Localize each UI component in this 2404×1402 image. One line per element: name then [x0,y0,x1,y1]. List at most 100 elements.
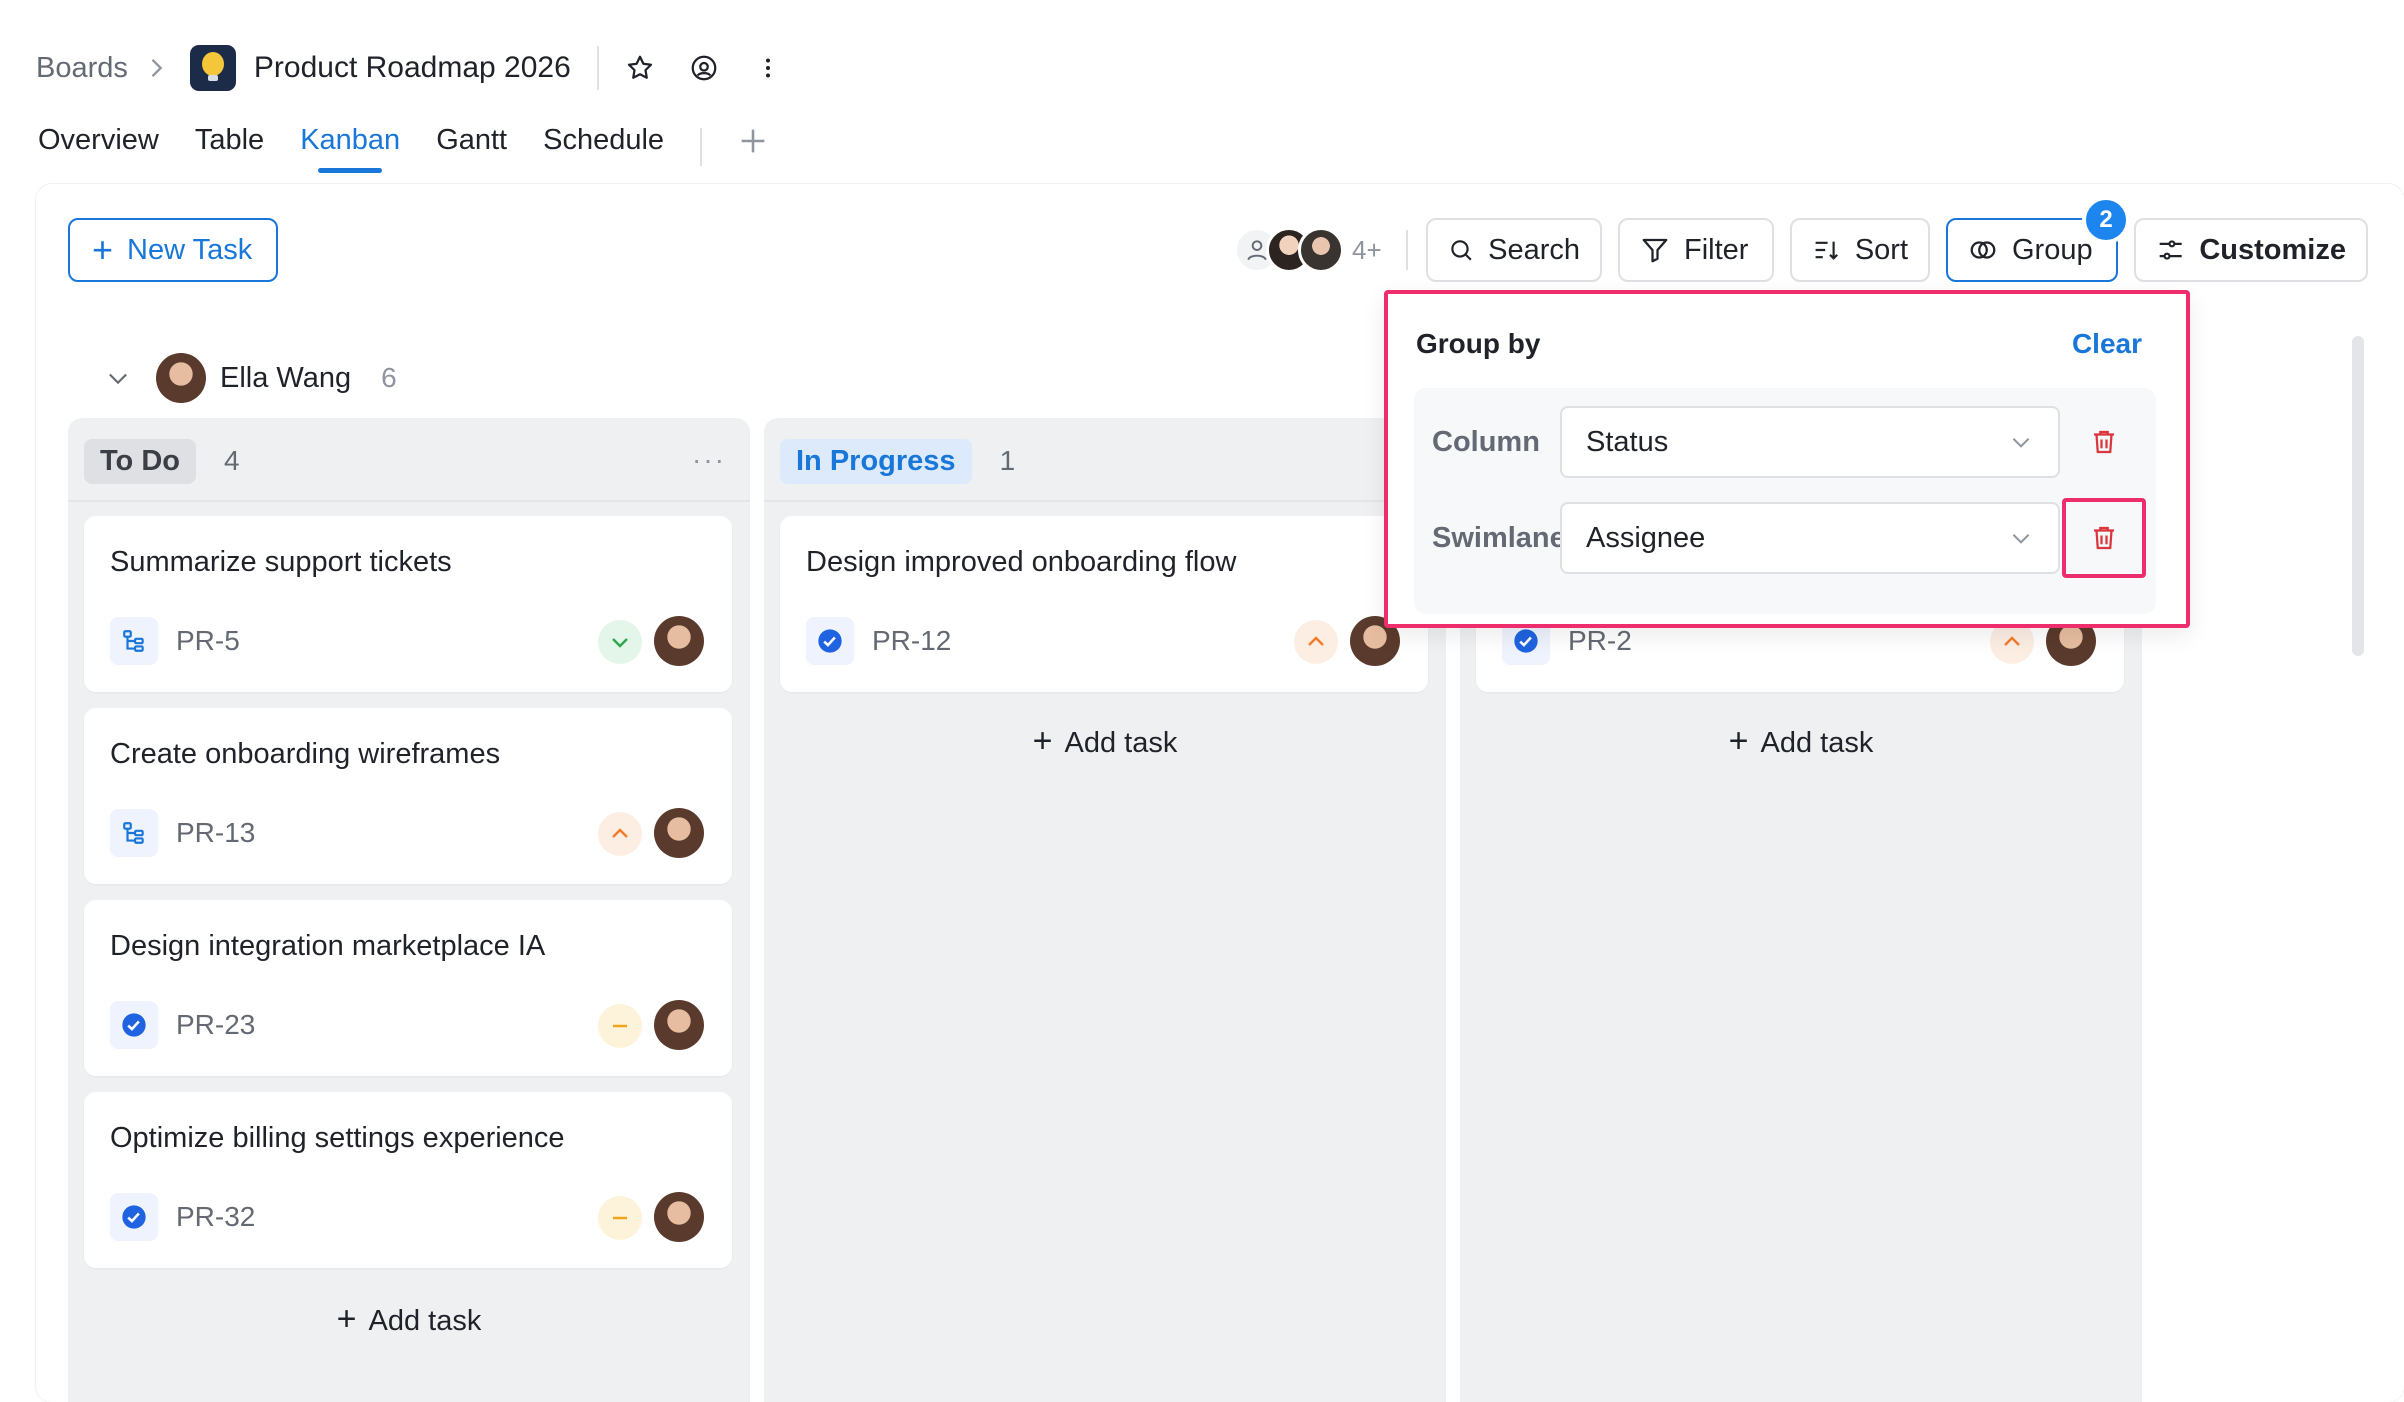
view-tabs: Overview Table Kanban Gantt Schedule [38,124,770,176]
filter-icon [1642,238,1668,263]
swimlane-name: Ella Wang [220,361,352,394]
popover-title: Group by [1416,328,1541,359]
column-divider [764,500,1446,502]
board-header: Boards Product Roadmap 2026 [36,40,815,96]
column-group-select[interactable]: Status [1560,406,2060,478]
delete-column-group-button[interactable] [2062,402,2146,482]
filter-label: Filter [1684,233,1749,266]
new-task-label: New Task [127,233,253,266]
task-title: Design improved onboarding flow [806,546,1237,578]
page: Boards Product Roadmap 2026 Overview Tab… [0,0,2404,1402]
share-settings-icon[interactable] [687,51,721,85]
customize-button[interactable]: Customize [2134,218,2368,282]
subtask-icon [110,809,158,857]
tab-table[interactable]: Table [195,124,264,171]
task-check-icon [110,1001,158,1049]
add-task-button[interactable]: + Add task [68,1300,750,1339]
group-row-column: Column Status [1414,406,2146,478]
more-members-count: 4+ [1352,234,1382,265]
star-icon[interactable] [623,51,657,85]
priority-low-icon [598,620,642,664]
breadcrumb-boards[interactable]: Boards [36,52,128,85]
task-title: Summarize support tickets [110,546,452,578]
task-id: PR-13 [176,817,256,848]
swimlane-count: 6 [381,362,397,393]
column-status-label: In Progress [780,438,972,484]
group-count-badge: 2 [2082,196,2130,244]
customize-label: Customize [2199,233,2346,266]
task-id: PR-12 [872,625,952,656]
group-row-label: Swimlane [1432,521,1566,554]
search-button[interactable]: Search [1426,218,1602,282]
trash-icon [2094,526,2114,550]
column-in-progress: In Progress 1 Design improved onboarding… [764,418,1446,1402]
chevron-down-icon[interactable] [104,364,132,392]
sort-icon [1815,241,1838,260]
priority-high-icon [1294,620,1338,664]
assignee-avatar[interactable] [654,808,704,858]
task-meta: PR-23 [110,1000,255,1050]
swimlane-header[interactable]: Ella Wang 6 [104,352,397,404]
group-row-swimlane: Swimlane Assignee [1414,498,2146,578]
task-meta: PR-32 [110,1192,255,1242]
task-id: PR-23 [176,1009,256,1040]
plus-icon: + [1728,722,1749,760]
board-title: Product Roadmap 2026 [253,51,571,84]
swimlane-group-select[interactable]: Assignee [1560,502,2060,574]
tabs-divider [700,128,703,166]
avatar [156,353,206,403]
add-task-button[interactable]: + Add task [1460,722,2142,761]
more-vertical-icon[interactable] [751,51,785,85]
priority-medium-icon [598,1004,642,1048]
plus-icon: + [1032,722,1053,760]
avatar [1298,227,1344,273]
board-scrollbar[interactable] [2352,336,2364,656]
tab-overview[interactable]: Overview [38,124,159,171]
task-id: PR-2 [1568,625,1632,656]
task-title: Create onboarding wireframes [110,738,501,770]
add-task-label: Add task [1064,727,1178,759]
chevron-down-icon [2012,534,2030,544]
assignee-avatar[interactable] [654,1000,704,1050]
lightbulb-icon [189,45,236,91]
task-meta: PR-5 [110,616,240,666]
select-value: Status [1586,425,1669,458]
task-id: PR-32 [176,1201,256,1232]
assignee-avatar[interactable] [654,616,704,666]
column-header: In Progress 1 [780,436,1015,486]
task-meta: PR-12 [806,616,951,666]
task-meta: PR-13 [110,808,255,858]
tab-schedule[interactable]: Schedule [543,124,664,171]
sliders-icon [2159,240,2182,260]
clear-button[interactable]: Clear [2072,328,2142,360]
task-title: Design integration marketplace IA [110,930,546,962]
priority-medium-icon [598,1196,642,1240]
group-label: Group [2012,233,2093,266]
header-divider [596,46,599,90]
assignee-avatar[interactable] [654,1192,704,1242]
column-count: 4 [224,445,240,476]
plus-icon: + [92,229,114,270]
column-todo: To Do 4 ··· Summarize support tickets PR… [68,418,750,1402]
group-row-label: Column [1432,425,1540,458]
new-task-button[interactable]: + New Task [68,218,278,282]
task-title: Optimize billing settings experience [110,1122,565,1154]
task-card[interactable]: Design integration marketplace IA PR-23 [84,900,732,1076]
tab-gantt[interactable]: Gantt [436,124,507,171]
task-card[interactable]: Create onboarding wireframes PR-13 [84,708,732,884]
member-avatars[interactable]: 4+ [1234,224,1382,276]
add-task-button[interactable]: + Add task [764,722,1446,761]
add-view-icon[interactable] [736,124,770,158]
task-card[interactable]: Summarize support tickets PR-5 [84,516,732,692]
task-card[interactable]: Optimize billing settings experience PR-… [84,1092,732,1268]
task-card[interactable]: Design improved onboarding flow PR-12 [780,516,1428,692]
column-more-icon[interactable]: ··· [692,444,726,476]
tab-kanban[interactable]: Kanban [300,124,400,173]
chevron-down-icon [2012,438,2030,448]
task-check-icon [110,1193,158,1241]
sort-button[interactable]: Sort [1790,218,1930,282]
group-by-popover: Group by Clear Column Status Swimlane As… [1384,290,2190,628]
delete-swimlane-group-button[interactable] [2062,498,2146,578]
task-check-icon [806,617,854,665]
filter-button[interactable]: Filter [1618,218,1774,282]
